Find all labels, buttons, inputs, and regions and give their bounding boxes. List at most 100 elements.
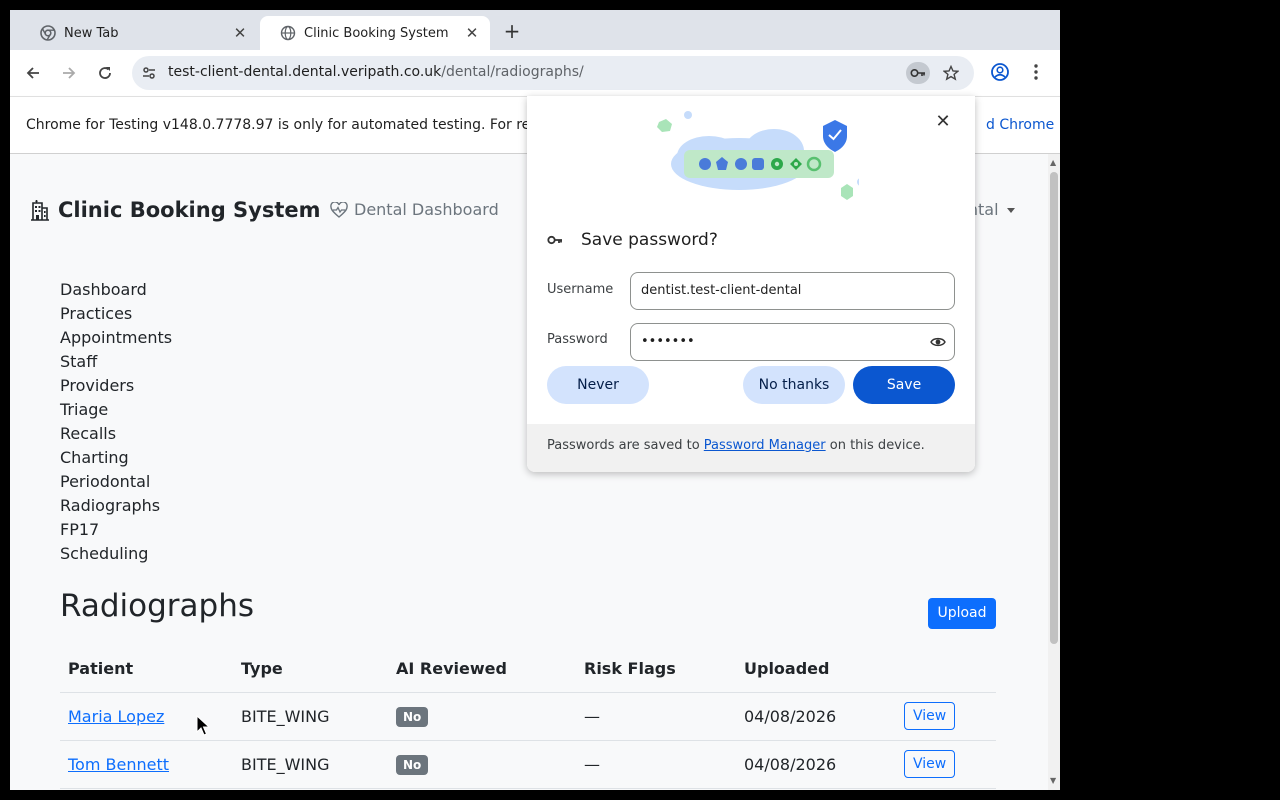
page-scrollbar[interactable]: ▲ ▼ [1048, 154, 1060, 790]
tab-clinic-booking[interactable]: Clinic Booking System ✕ [260, 16, 490, 50]
brand[interactable]: Clinic Booking System [30, 198, 321, 222]
building-icon [31, 200, 49, 221]
address-bar[interactable]: test-client-dental.dental.veripath.co.uk… [132, 56, 974, 90]
username-label: Username [547, 282, 614, 297]
forward-button[interactable] [56, 60, 82, 86]
url-path: /dental/radiographs/ [441, 64, 584, 80]
tab-title: New Tab [64, 25, 119, 41]
nav-item-charting[interactable]: Charting [60, 446, 172, 470]
site-info-icon[interactable] [140, 64, 158, 82]
nav-item-scheduling[interactable]: Scheduling [60, 542, 172, 566]
view-button[interactable]: View [904, 702, 956, 730]
page-title: Radiographs [60, 588, 255, 624]
dialog-title: Save password? [581, 230, 718, 250]
browser-window: New Tab ✕ Clinic Booking System ✕ + test… [10, 10, 1060, 790]
username-field[interactable]: dentist.test-client-dental [630, 272, 955, 310]
patient-cell: Tom Bennett [60, 740, 233, 789]
ai-reviewed-badge: No [396, 706, 429, 727]
ai-reviewed-cell: No [388, 740, 576, 789]
arrow-right-icon [63, 67, 76, 79]
nav-item-staff[interactable]: Staff [60, 350, 172, 374]
infobar-link[interactable]: d Chrome [986, 117, 1054, 133]
close-icon[interactable]: ✕ [232, 25, 248, 41]
globe-icon [280, 25, 296, 41]
column-header-patient: Patient [60, 646, 233, 693]
never-button[interactable]: Never [547, 366, 649, 404]
mouse-cursor-icon [196, 715, 210, 736]
ai-reviewed-cell: No [388, 692, 576, 741]
nav-item-radiographs[interactable]: Radiographs [60, 494, 172, 518]
brand-title: Clinic Booking System [58, 198, 321, 222]
column-header-ai-reviewed: AI Reviewed [388, 646, 576, 693]
key-icon[interactable] [906, 62, 930, 84]
footer-suffix: on this device. [825, 438, 925, 453]
reload-icon [99, 67, 111, 79]
column-header-uploaded: Uploaded [736, 646, 896, 693]
table-row: Tom Bennett BITE_WING No — 04/08/2026 Vi… [60, 740, 996, 789]
footer-prefix: Passwords are saved to [547, 438, 704, 453]
kebab-menu-icon[interactable] [1024, 60, 1048, 84]
type-cell: BITE_WING [233, 692, 388, 741]
uploaded-cell: 04/08/2026 [736, 692, 896, 741]
upload-button[interactable]: Upload [928, 598, 996, 629]
no-thanks-button[interactable]: No thanks [743, 366, 845, 404]
close-icon[interactable]: ✕ [464, 25, 480, 41]
password-label: Password [547, 332, 608, 347]
column-header-risk-flags: Risk Flags [576, 646, 736, 693]
scrollbar-thumb[interactable] [1050, 172, 1058, 644]
url-text[interactable]: test-client-dental.dental.veripath.co.uk… [168, 64, 584, 80]
nav-item-appointments[interactable]: Appointments [60, 326, 172, 350]
password-field[interactable]: ••••••• [630, 323, 955, 361]
table-header-row: Patient Type AI Reviewed Risk Flags Uplo… [60, 646, 996, 693]
patient-link[interactable]: Maria Lopez [68, 707, 164, 726]
arrow-left-icon [26, 67, 39, 79]
profile-icon[interactable] [988, 60, 1012, 84]
save-button[interactable]: Save [853, 366, 955, 404]
key-icon [547, 235, 562, 245]
caret-down-icon [1006, 208, 1015, 213]
tab-new-tab[interactable]: New Tab ✕ [20, 16, 258, 50]
heart-pulse-icon [330, 201, 348, 218]
tab-title: Clinic Booking System [304, 25, 449, 41]
nav-item-fp17[interactable]: FP17 [60, 518, 172, 542]
uploaded-cell: 04/08/2026 [736, 740, 896, 789]
side-nav: Dashboard Practices Appointments Staff P… [60, 278, 172, 566]
nav-item-periodontal[interactable]: Periodontal [60, 470, 172, 494]
back-button[interactable] [20, 60, 46, 86]
toolbar: test-client-dental.dental.veripath.co.uk… [10, 50, 1060, 96]
close-icon[interactable]: ✕ [933, 112, 953, 132]
infobar-text: Chrome for Testing v148.0.7778.97 is onl… [26, 117, 531, 133]
dental-dashboard-label: Dental Dashboard [354, 200, 499, 219]
dialog-header: Save password? [547, 230, 718, 250]
nav-item-providers[interactable]: Providers [60, 374, 172, 398]
eye-icon[interactable] [930, 334, 946, 350]
scroll-up-arrow-icon[interactable]: ▲ [1050, 158, 1056, 167]
password-manager-link[interactable]: Password Manager [704, 438, 826, 453]
tab-strip: New Tab ✕ Clinic Booking System ✕ + [10, 10, 1060, 50]
risk-flags-cell: — [576, 692, 736, 741]
save-password-dialog: ✕ Save password? Username dentist.test-c… [527, 96, 975, 472]
type-cell: BITE_WING [233, 740, 388, 789]
nav-item-dashboard[interactable]: Dashboard [60, 278, 172, 302]
url-host: test-client-dental.dental.veripath.co.uk [168, 64, 442, 80]
view-button[interactable]: View [904, 750, 956, 778]
password-value: ••••••• [641, 334, 695, 349]
action-cell: View [896, 692, 996, 741]
scroll-down-arrow-icon[interactable]: ▼ [1050, 776, 1056, 785]
nav-item-practices[interactable]: Practices [60, 302, 172, 326]
risk-flags-cell: — [576, 740, 736, 789]
action-cell: View [896, 740, 996, 789]
password-illustration [657, 111, 859, 200]
dialog-footer: Passwords are saved to Password Manager … [527, 424, 975, 472]
new-tab-button[interactable]: + [500, 20, 524, 44]
nav-item-triage[interactable]: Triage [60, 398, 172, 422]
dental-dashboard-link[interactable]: Dental Dashboard [330, 200, 499, 219]
reload-button[interactable] [92, 60, 118, 86]
chrome-icon [40, 25, 56, 41]
column-header-actions [896, 646, 996, 693]
column-header-type: Type [233, 646, 388, 693]
star-icon[interactable] [940, 62, 962, 84]
ai-reviewed-badge: No [396, 754, 429, 775]
nav-item-recalls[interactable]: Recalls [60, 422, 172, 446]
patient-link[interactable]: Tom Bennett [68, 755, 169, 774]
